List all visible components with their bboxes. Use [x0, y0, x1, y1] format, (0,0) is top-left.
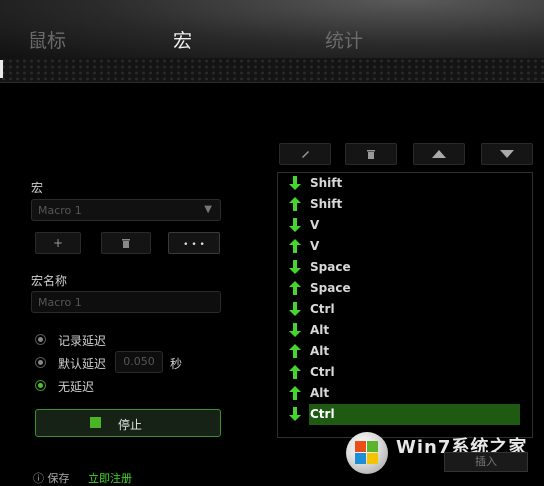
record-delay-radio[interactable]: [35, 334, 46, 345]
macro-name-input[interactable]: [32, 292, 220, 312]
macro-event-key: Alt: [310, 386, 330, 400]
macro-event-list[interactable]: Shift Shift V V Space Space Ctrl Alt Alt Ctrl Alt C…: [277, 172, 533, 438]
default-delay-radio[interactable]: [35, 357, 46, 368]
macro-event-key: Shift: [310, 197, 343, 211]
tab-macro[interactable]: 宏: [173, 26, 192, 53]
macro-name-label: 宏名称: [31, 274, 68, 288]
macro-select[interactable]: Macro 1 ▼: [31, 199, 221, 221]
macro-event-key: V: [310, 239, 320, 253]
edit-event-button[interactable]: [279, 143, 331, 165]
trash-icon: [367, 149, 375, 159]
chevron-down-icon: ▼: [204, 204, 212, 215]
save-icon: ⓘ: [33, 472, 44, 485]
macro-event-row[interactable]: Alt: [278, 341, 532, 362]
macro-event-row[interactable]: Shift: [278, 173, 532, 194]
record-delay-label: 记录延迟: [58, 334, 107, 348]
key-down-arrow-icon: [289, 302, 301, 316]
macro-event-key: Ctrl: [310, 302, 335, 316]
delete-macro-button[interactable]: [101, 232, 151, 254]
seconds-unit-label: 秒: [170, 357, 183, 371]
stop-button-label: 停止: [118, 418, 143, 432]
tab-mouse[interactable]: 鼠标: [28, 26, 66, 53]
macro-event-row[interactable]: Ctrl: [278, 404, 532, 425]
key-up-arrow-icon: [289, 386, 301, 400]
default-delay-input[interactable]: 0.050: [115, 351, 163, 373]
plus-icon: +: [52, 236, 64, 250]
insert-button[interactable]: 插入: [444, 452, 528, 472]
key-up-arrow-icon: [289, 281, 301, 295]
windows-logo-icon: [346, 432, 388, 474]
macro-event-key: Ctrl: [310, 365, 335, 379]
key-down-arrow-icon: [289, 323, 301, 337]
stop-recording-button[interactable]: 停止: [35, 409, 221, 437]
macro-event-row[interactable]: Alt: [278, 320, 532, 341]
macro-event-row[interactable]: Ctrl: [278, 299, 532, 320]
macro-event-row[interactable]: Space: [278, 278, 532, 299]
macro-event-key: Alt: [310, 323, 330, 337]
sub-navigation-bar: [0, 58, 544, 83]
key-up-arrow-icon: [289, 197, 301, 211]
macro-select-value: Macro 1: [38, 204, 82, 217]
key-down-arrow-icon: [289, 260, 301, 274]
key-down-arrow-icon: [289, 176, 301, 190]
macro-event-row[interactable]: Ctrl: [278, 362, 532, 383]
key-down-arrow-icon: [289, 218, 301, 232]
macro-event-key: Space: [310, 260, 351, 274]
top-navigation: 鼠标 宏 统计: [0, 0, 544, 58]
selected-row-highlight: [309, 404, 520, 425]
key-up-arrow-icon: [289, 365, 301, 379]
trash-icon: [122, 239, 130, 248]
site-watermark: Win7系统之家 插入: [346, 430, 544, 480]
triangle-up-icon: [432, 150, 446, 158]
macro-label: 宏: [31, 181, 44, 195]
no-delay-radio[interactable]: [35, 380, 46, 391]
add-macro-button[interactable]: +: [35, 232, 81, 254]
key-up-arrow-icon: [289, 239, 301, 253]
macro-event-key: Space: [310, 281, 351, 295]
triangle-down-icon: [500, 150, 514, 158]
key-down-arrow-icon: [289, 407, 301, 421]
register-link[interactable]: 立即注册: [88, 470, 132, 486]
move-up-button[interactable]: [413, 143, 465, 165]
macro-event-row[interactable]: Shift: [278, 194, 532, 215]
ellipsis-icon: • • •: [183, 240, 205, 250]
macro-event-key: Ctrl: [310, 407, 335, 421]
macro-event-key: V: [310, 218, 320, 232]
macro-event-key: Shift: [310, 176, 343, 190]
more-options-button[interactable]: • • •: [168, 232, 220, 254]
tab-stats[interactable]: 统计: [325, 26, 363, 53]
no-delay-label: 无延迟: [58, 380, 95, 394]
key-up-arrow-icon: [289, 344, 301, 358]
macro-event-row[interactable]: V: [278, 215, 532, 236]
macro-event-row[interactable]: Alt: [278, 383, 532, 404]
macro-event-key: Alt: [310, 344, 330, 358]
delete-event-button[interactable]: [345, 143, 397, 165]
save-label: 保存: [47, 472, 70, 485]
macro-name-field[interactable]: [31, 291, 221, 313]
save-option[interactable]: ⓘ 保存: [33, 470, 70, 486]
stop-icon: [90, 417, 101, 428]
move-down-button[interactable]: [481, 143, 533, 165]
macro-event-row[interactable]: V: [278, 236, 532, 257]
default-delay-label: 默认延迟: [58, 357, 107, 371]
macro-event-row[interactable]: Space: [278, 257, 532, 278]
active-section-marker: [0, 60, 3, 78]
pencil-icon: [302, 151, 309, 158]
